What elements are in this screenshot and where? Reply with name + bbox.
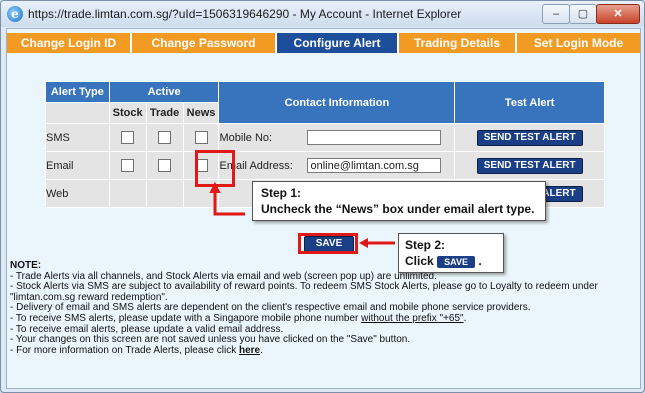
alert-type-sms: SMS — [45, 123, 110, 152]
note-line: - Stock Alerts via SMS are subject to av… — [10, 281, 598, 303]
table-row-email: Email Email Address: online@limtan.com.s… — [45, 151, 605, 180]
minimize-button[interactable]: – — [542, 4, 570, 24]
step2-callout: Step 2: Click SAVE . — [398, 233, 504, 273]
step2-text: Click — [405, 254, 434, 268]
email-send-test-alert-button[interactable]: SEND TEST ALERT — [476, 157, 583, 174]
highlight-save-button — [298, 233, 358, 254]
highlight-news-checkbox — [195, 150, 235, 187]
note-text: . — [260, 344, 263, 356]
note-line: - To receive SMS alerts, please update w… — [10, 312, 638, 325]
table-row-sms: SMS Mobile No: SEND TEST ALERT — [45, 123, 605, 152]
notes-section: NOTE: - Trade Alerts via all channels, a… — [10, 260, 638, 357]
header-alert-type: Alert Type — [45, 81, 110, 103]
header-contact-information: Contact Information — [218, 81, 456, 124]
header-test-alert: Test Alert — [454, 81, 605, 124]
email-trade-checkbox[interactable] — [158, 159, 172, 172]
sms-stock-checkbox[interactable] — [121, 131, 135, 144]
tab-change-password[interactable]: Change Password — [132, 33, 277, 53]
tab-trading-details[interactable]: Trading Details — [399, 33, 517, 53]
step1-title: Step 1: — [261, 186, 302, 200]
close-button[interactable]: ✕ — [596, 4, 640, 24]
step2-title: Step 2: — [405, 238, 446, 252]
subheader-stock: Stock — [108, 102, 147, 124]
page-content: Change Login ID Change Password Configur… — [6, 28, 641, 389]
alert-type-email: Email — [45, 151, 110, 180]
email-stock-checkbox[interactable] — [121, 159, 135, 172]
sms-news-checkbox[interactable] — [194, 131, 208, 144]
note-text: - To receive SMS alerts, please update w… — [10, 312, 362, 324]
sms-send-test-alert-button[interactable]: SEND TEST ALERT — [476, 129, 583, 146]
notes-heading: NOTE: — [10, 260, 42, 271]
sms-trade-checkbox[interactable] — [158, 131, 172, 144]
note-line: - For more information on Trade Alerts, … — [10, 344, 638, 357]
email-address-input[interactable]: online@limtan.com.sg — [307, 158, 442, 173]
subheader-trade: Trade — [145, 102, 184, 124]
alert-type-web: Web — [45, 179, 110, 208]
maximize-button[interactable]: ▢ — [569, 4, 597, 24]
note-underlined-text: without the prefix "+65" — [361, 312, 464, 324]
tab-change-login-id[interactable]: Change Login ID — [7, 33, 132, 53]
mobile-no-label: Mobile No: — [219, 131, 273, 144]
mobile-no-input[interactable] — [307, 130, 442, 145]
internet-explorer-icon: e — [7, 6, 23, 22]
account-tabs: Change Login ID Change Password Configur… — [7, 33, 640, 53]
header-alert-type-blank — [45, 102, 110, 124]
step2-end: . — [478, 254, 482, 268]
title-bar: e https://trade.limtan.com.sg/?uId=15063… — [1, 1, 644, 27]
tab-set-login-mode[interactable]: Set Login Mode — [517, 33, 640, 53]
subheader-news: News — [182, 102, 220, 124]
window-title: https://trade.limtan.com.sg/?uId=1506319… — [28, 7, 462, 21]
header-active: Active — [108, 81, 220, 103]
arrow-step2-head — [359, 238, 368, 248]
note-text: . — [463, 312, 467, 324]
step2-save-icon: SAVE — [437, 255, 476, 268]
step1-callout: Step 1: Uncheck the “News” box under ema… — [252, 181, 546, 221]
here-link[interactable]: here — [239, 345, 260, 356]
note-text: - For more information on Trade Alerts, … — [10, 344, 239, 356]
step1-text: Uncheck the “News” box under email alert… — [261, 202, 535, 216]
browser-window: e https://trade.limtan.com.sg/?uId=15063… — [0, 0, 645, 393]
tab-configure-alert[interactable]: Configure Alert — [277, 33, 399, 53]
